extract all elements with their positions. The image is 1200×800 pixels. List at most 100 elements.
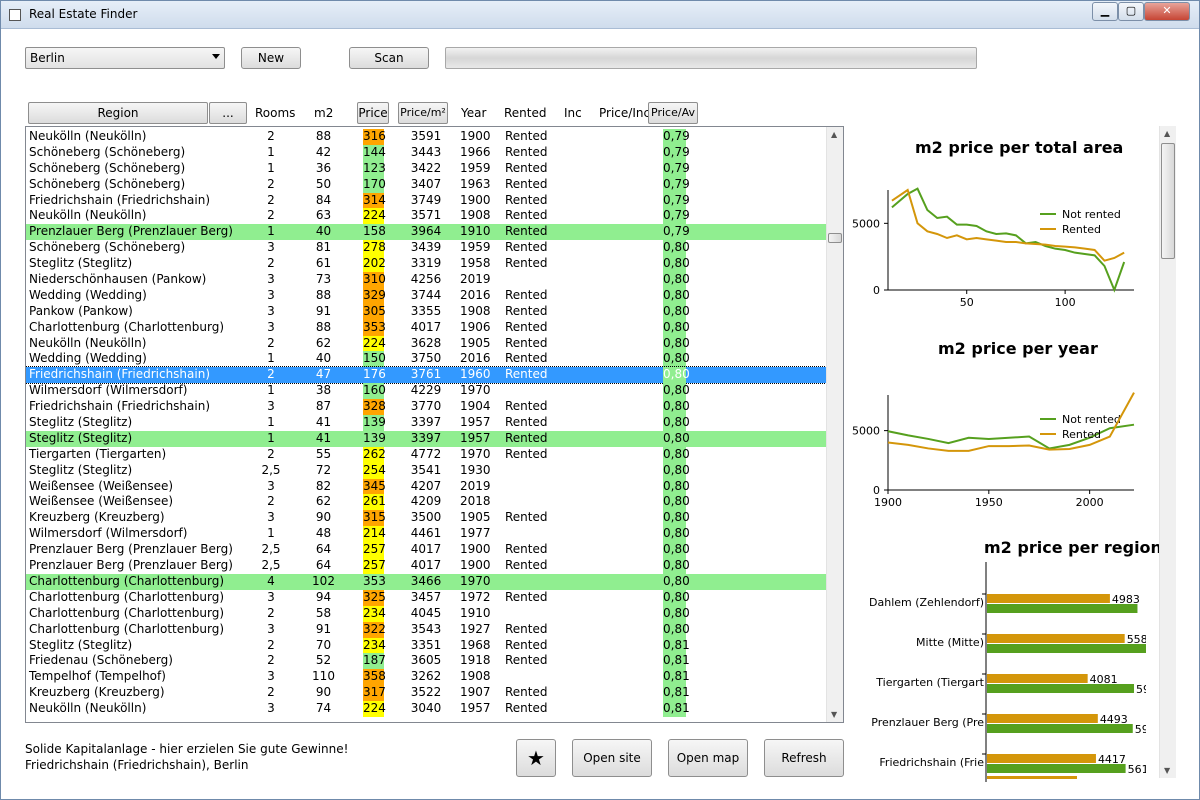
table-row[interactable]: Neukölln (Neukölln) 2 62 224 3628 1905 Rented 0…	[26, 335, 826, 352]
table-row[interactable]: Friedenau (Schöneberg) 2 52 187 3605 1918 Rent…	[26, 653, 826, 670]
scan-button[interactable]: Scan	[349, 47, 429, 69]
table-row[interactable]: Charlottenburg (Charlottenburg) 2 58 234 404…	[26, 605, 826, 622]
table-row[interactable]: Wilmersdorf (Wilmersdorf) 1 48 214 4461 1977 0…	[26, 526, 826, 543]
scrollbar-thumb[interactable]	[828, 233, 842, 243]
column-header-m2[interactable]: m2	[314, 102, 333, 124]
table-row[interactable]: Prenzlauer Berg (Prenzlauer Berg) 2,5 64 25…	[26, 558, 826, 574]
cell-price-m2: 3319	[410, 256, 442, 271]
column-header-year[interactable]: Year	[461, 102, 486, 124]
cell-rooms: 2	[267, 494, 275, 509]
refresh-button[interactable]: Refresh	[764, 739, 844, 777]
table-scrollbar[interactable]: ▲ ▼	[826, 127, 843, 722]
cell-rooms: 1	[267, 415, 275, 430]
table-row[interactable]: Wedding (Wedding) 1 40 150 3750 2016 Rented 0,8…	[26, 351, 826, 368]
table-row[interactable]: Pankow (Pankow) 3 91 305 3355 1908 Rented 0,80	[26, 303, 826, 320]
cell-m2: 41	[315, 415, 332, 430]
cell-rooms: 2,5	[261, 558, 281, 573]
table-row[interactable]: Kreuzberg (Kreuzberg) 3 90 315 3500 1905 Rente…	[26, 510, 826, 527]
close-button[interactable]: ✕	[1144, 2, 1190, 21]
region-more-button[interactable]: ...	[209, 102, 247, 124]
charts-scrollbar-thumb[interactable]	[1161, 143, 1175, 259]
cell-year: 1900	[460, 558, 491, 573]
cell-year: 1905	[460, 510, 491, 525]
table-row[interactable]: Steglitz (Steglitz) 2 70 234 3351 1968 Rented 0…	[26, 637, 826, 654]
table-row[interactable]: Wedding (Wedding) 3 88 329 3744 2016 Rented 0,8…	[26, 287, 826, 304]
table-row[interactable]: Niederschönhausen (Pankow) 3 73 310 4256 2019…	[26, 272, 826, 288]
table-row[interactable]: Charlottenburg (Charlottenburg) 3 91 322 354…	[26, 621, 826, 638]
table-row[interactable]: Schöneberg (Schöneberg) 2 50 170 3407 1963 Ren…	[26, 176, 826, 193]
maximize-button[interactable]: ▢	[1118, 2, 1144, 21]
cell-rented: Rented	[505, 399, 548, 414]
table-row[interactable]: Schöneberg (Schöneberg) 3 81 278 3439 1959 Ren…	[26, 240, 826, 257]
table-row[interactable]: Prenzlauer Berg (Prenzlauer Berg) 1 40 158 3…	[26, 224, 826, 241]
charts-scroll-up-icon[interactable]: ▲	[1164, 129, 1170, 138]
charts-scrollbar[interactable]: ▲ ▼	[1159, 126, 1176, 778]
new-button[interactable]: New	[241, 47, 301, 69]
cell-price-m2: 4209	[410, 494, 442, 509]
table-row[interactable]: Schöneberg (Schöneberg) 1 36 123 3422 1959 Ren…	[26, 160, 826, 177]
table-row[interactable]: Steglitz (Steglitz) 1 41 139 3397 1957 Rented 0…	[26, 415, 826, 431]
cell-price: 325	[363, 589, 386, 606]
column-header-price-inc[interactable]: Price/Inc	[599, 102, 650, 124]
table-row[interactable]: Neukölln (Neukölln) 2 63 224 3571 1908 Rented 0…	[26, 208, 826, 225]
table-row[interactable]: Wilmersdorf (Wilmersdorf) 1 38 160 4229 1970 0…	[26, 383, 826, 400]
cell-m2: 73	[315, 272, 332, 287]
cell-rooms: 2	[267, 685, 275, 700]
table-row[interactable]: Charlottenburg (Charlottenburg) 4 102 353 34…	[26, 573, 826, 590]
table-row[interactable]: Prenzlauer Berg (Prenzlauer Berg) 2,5 64 25…	[26, 542, 826, 559]
cell-year: 1959	[460, 160, 491, 175]
column-header-region[interactable]: Region	[28, 102, 208, 124]
cell-region: Friedenau (Schöneberg)	[29, 653, 173, 668]
cell-rented: Rented	[505, 430, 548, 445]
cell-region: Pankow (Pankow)	[29, 303, 133, 318]
scroll-down-icon[interactable]: ▼	[831, 710, 837, 719]
table-row[interactable]: Steglitz (Steglitz) 2 61 202 3319 1958 Rented 0…	[26, 256, 826, 273]
cell-rented: Rented	[505, 589, 548, 604]
cell-m2: 90	[315, 510, 332, 525]
cell-region: Wedding (Wedding)	[29, 351, 147, 366]
charts-scroll-down-icon[interactable]: ▼	[1164, 766, 1170, 775]
cell-price-av: 0,79	[663, 144, 690, 161]
status-message: Solide Kapitalanlage - hier erzielen Sie…	[25, 742, 349, 756]
table-row[interactable]: Friedrichshain (Friedrichshain) 3 87 328 377…	[26, 399, 826, 416]
cell-price-av: 0,80	[663, 430, 690, 447]
column-header-price-m2[interactable]: Price/m²	[398, 102, 448, 124]
table-row[interactable]: Neukölln (Neukölln) 2 88 316 3591 1900 Rented 0…	[26, 129, 826, 145]
table-row[interactable]: Schöneberg (Schöneberg) 1 42 144 3443 1966 Ren…	[26, 144, 826, 161]
table-row[interactable]: Tiergarten (Tiergarten) 2 55 262 4772 1970 Ren…	[26, 446, 826, 463]
column-header-price-av[interactable]: Price/Av	[648, 102, 698, 124]
open-site-button[interactable]: Open site	[572, 739, 652, 777]
table-row[interactable]: Charlottenburg (Charlottenburg) 3 88 353 401…	[26, 319, 826, 336]
table-row[interactable]: Weißensee (Weißensee) 2 62 261 4209 2018 0,80	[26, 494, 826, 511]
table-row[interactable]: Steglitz (Steglitz) 2,5 72 254 3541 1930 0,80	[26, 462, 826, 479]
cell-price-m2: 4256	[410, 272, 442, 287]
scroll-up-icon[interactable]: ▲	[831, 130, 837, 139]
cell-price-m2: 3397	[410, 415, 442, 430]
open-map-button[interactable]: Open map	[668, 739, 748, 777]
minimize-button[interactable]: ▁	[1092, 2, 1118, 21]
cell-price-m2: 3543	[410, 621, 442, 636]
cell-rooms: 3	[267, 510, 275, 525]
table-row[interactable]: Weißensee (Weißensee) 3 82 345 4207 2019 0,80	[26, 478, 826, 495]
column-header-rented[interactable]: Rented	[504, 102, 547, 124]
title-bar: Real Estate Finder ▁ ▢ ✕	[1, 1, 1199, 29]
bar	[987, 604, 1138, 613]
cell-region: Tempelhof (Tempelhof)	[29, 669, 166, 684]
column-header-rooms[interactable]: Rooms	[255, 102, 295, 124]
column-header-price[interactable]: Price	[357, 102, 389, 124]
table-row[interactable]: Neukölln (Neukölln) 3 74 224 3040 1957 Rented 0…	[26, 701, 826, 717]
cell-rooms: 4	[267, 573, 275, 588]
bar-partial	[987, 776, 1077, 779]
column-header-inc[interactable]: Inc	[564, 102, 582, 124]
cell-rooms: 3	[267, 669, 275, 684]
cell-price-av: 0,80	[663, 494, 690, 511]
table-row[interactable]: Kreuzberg (Kreuzberg) 2 90 317 3522 1907 Rente…	[26, 685, 826, 702]
city-dropdown[interactable]: Berlin	[25, 47, 225, 69]
table-row[interactable]: Charlottenburg (Charlottenburg) 3 94 325 345…	[26, 589, 826, 606]
favorite-button[interactable]: ★	[516, 739, 556, 777]
table-row[interactable]: Friedrichshain (Friedrichshain) 2 47 176 376…	[26, 366, 827, 385]
table-row[interactable]: Tempelhof (Tempelhof) 3 110 358 3262 1908 0,81	[26, 669, 826, 686]
table-row[interactable]: Friedrichshain (Friedrichshain) 2 84 314 374…	[26, 192, 826, 209]
table-row[interactable]: Steglitz (Steglitz) 1 41 139 3397 1957 Rented 0…	[26, 430, 826, 447]
cell-price-av: 0,80	[663, 589, 690, 606]
